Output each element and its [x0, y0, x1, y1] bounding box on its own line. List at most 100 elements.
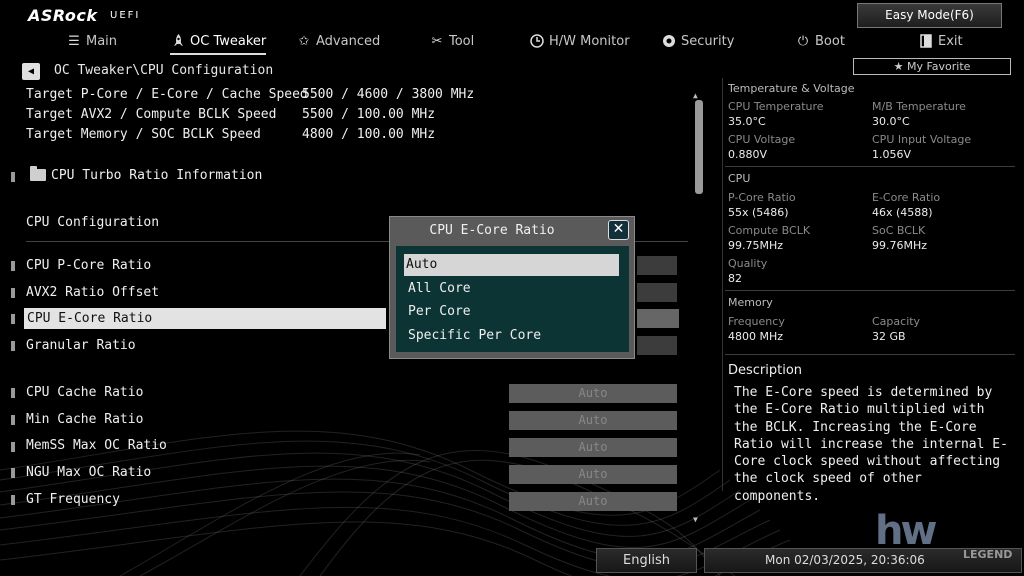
exit-icon — [918, 33, 934, 49]
close-icon[interactable]: ✕ — [608, 220, 629, 240]
section-title: CPU Configuration — [26, 215, 160, 230]
compute-bclk-label: Compute BCLK — [728, 224, 811, 237]
tab-tool[interactable]: ✂ Tool — [429, 30, 475, 52]
target-value-3: 4800 / 100.00 MHz — [302, 127, 436, 142]
tab-oc-tweaker-label: OC Tweaker — [190, 33, 267, 49]
item-avx2-ratio-offset[interactable]: AVX2 Ratio Offset — [26, 285, 159, 300]
panel-divider — [725, 290, 1015, 291]
item-marker — [11, 442, 15, 452]
cpu-temperature-label: CPU Temperature — [728, 100, 824, 113]
target-label-3: Target Memory / SOC BCLK Speed — [26, 127, 261, 142]
item-marker — [11, 261, 15, 271]
back-button[interactable]: ◀ — [22, 63, 40, 80]
value-box-cpu-cache-ratio[interactable]: Auto — [509, 384, 677, 403]
target-label-1: Target P-Core / E-Core / Cache Speed — [26, 87, 308, 102]
panel-divider — [725, 354, 1015, 355]
value-box-ngu-max-oc-ratio[interactable]: Auto — [509, 465, 677, 484]
rocket-icon — [170, 33, 186, 49]
tab-advanced-label: Advanced — [316, 33, 381, 49]
tab-exit[interactable]: Exit — [918, 30, 963, 52]
folder-icon — [30, 166, 46, 181]
value-box[interactable] — [637, 336, 677, 355]
p-core-ratio-label: P-Core Ratio — [728, 191, 796, 204]
item-memss-max-oc-ratio[interactable]: MemSS Max OC Ratio — [26, 438, 167, 453]
tab-boot-label: Boot — [815, 33, 845, 49]
e-core-ratio-label: E-Core Ratio — [872, 191, 941, 204]
item-marker — [11, 341, 15, 351]
tab-boot[interactable]: ⏻ Boot — [795, 30, 845, 52]
description-title: Description — [728, 363, 803, 378]
target-value-1: 5500 / 4600 / 3800 MHz — [302, 87, 475, 102]
cpu-section-title: CPU — [728, 172, 751, 185]
language-button[interactable]: English — [596, 548, 697, 573]
tab-advanced[interactable]: ✩ Advanced — [296, 30, 381, 52]
value-box-min-cache-ratio[interactable]: Auto — [509, 411, 677, 430]
option-per-core[interactable]: Per Core — [406, 301, 616, 323]
scrollbar-thumb[interactable] — [695, 100, 703, 194]
tab-security-label: Security — [681, 33, 735, 49]
p-core-ratio-value: 55x (5486) — [728, 206, 789, 219]
tab-exit-label: Exit — [938, 33, 963, 49]
cpu-voltage-label: CPU Voltage — [728, 133, 796, 146]
item-marker — [11, 388, 15, 398]
item-marker — [11, 288, 15, 298]
star-icon: ✩ — [298, 33, 310, 49]
item-cpu-e-core-ratio[interactable]: CPU E-Core Ratio — [27, 311, 152, 326]
e-core-ratio-value: 46x (4588) — [872, 206, 933, 219]
value-box-gt-frequency[interactable]: Auto — [509, 492, 677, 511]
breadcrumb: OC Tweaker\CPU Configuration — [54, 63, 274, 78]
memory-capacity-label: Capacity — [872, 315, 921, 328]
option-all-core[interactable]: All Core — [406, 278, 616, 300]
power-icon: ⏻ — [797, 33, 809, 49]
memory-capacity-value: 32 GB — [872, 330, 906, 343]
item-marker — [11, 172, 15, 182]
item-cpu-p-core-ratio[interactable]: CPU P-Core Ratio — [26, 258, 151, 273]
quality-label: Quality — [728, 257, 768, 270]
easy-mode-button[interactable]: Easy Mode(F6) — [857, 3, 1002, 28]
tab-security[interactable]: Security — [661, 30, 734, 52]
mb-temperature-label: M/B Temperature — [872, 100, 966, 113]
memory-frequency-label: Frequency — [728, 315, 785, 328]
tab-main-label: Main — [86, 33, 118, 49]
option-auto[interactable]: Auto — [404, 254, 619, 276]
tab-main[interactable]: ☰ Main — [66, 30, 117, 52]
description-text: The E-Core speed is determined by the E-… — [734, 385, 1008, 504]
item-granular-ratio[interactable]: Granular Ratio — [26, 338, 136, 353]
item-min-cache-ratio[interactable]: Min Cache Ratio — [26, 412, 143, 427]
compute-bclk-value: 99.75MHz — [728, 239, 784, 252]
my-favorite-button[interactable]: ★ My Favorite — [853, 58, 1011, 75]
tab-hw-monitor-label: H/W Monitor — [549, 33, 630, 49]
value-box[interactable] — [637, 283, 677, 302]
item-marker — [11, 495, 15, 505]
chevron-left-icon: ◀ — [27, 66, 35, 77]
quality-value: 82 — [728, 272, 742, 285]
cpu-input-voltage-value: 1.056V — [872, 148, 912, 161]
list-icon: ☰ — [68, 33, 80, 49]
uefi-label: UEFI — [110, 10, 141, 21]
tab-oc-tweaker[interactable]: OC Tweaker — [170, 30, 267, 55]
tab-tool-label: Tool — [449, 33, 475, 49]
item-ngu-max-oc-ratio[interactable]: NGU Max OC Ratio — [26, 465, 151, 480]
panel-divider — [725, 166, 1015, 167]
scroll-up-icon[interactable]: ▲ — [693, 91, 698, 100]
watermark-text: LEGEND — [963, 548, 1013, 561]
memory-frequency-value: 4800 MHz — [728, 330, 784, 343]
soc-bclk-label: SoC BCLK — [872, 224, 926, 237]
memory-section-title: Memory — [728, 296, 773, 309]
item-gt-frequency[interactable]: GT Frequency — [26, 492, 120, 507]
cpu-input-voltage-label: CPU Input Voltage — [872, 133, 972, 146]
wrench-icon: ✂ — [431, 33, 443, 49]
value-box[interactable] — [637, 309, 679, 328]
target-label-2: Target AVX2 / Compute BCLK Speed — [26, 107, 277, 122]
tab-hw-monitor[interactable]: H/W Monitor — [529, 30, 630, 52]
submenu-cpu-turbo-ratio[interactable]: CPU Turbo Ratio Information — [51, 168, 262, 183]
item-marker — [11, 468, 15, 478]
value-box-memss-max-oc-ratio[interactable]: Auto — [509, 438, 677, 457]
shield-icon — [661, 33, 677, 49]
target-value-2: 5500 / 100.00 MHz — [302, 107, 436, 122]
scroll-down-icon[interactable]: ▼ — [693, 515, 698, 524]
value-box[interactable] — [637, 256, 677, 275]
item-cpu-cache-ratio[interactable]: CPU Cache Ratio — [26, 385, 143, 400]
option-specific-per-core[interactable]: Specific Per Core — [406, 325, 616, 347]
item-marker — [11, 415, 15, 425]
